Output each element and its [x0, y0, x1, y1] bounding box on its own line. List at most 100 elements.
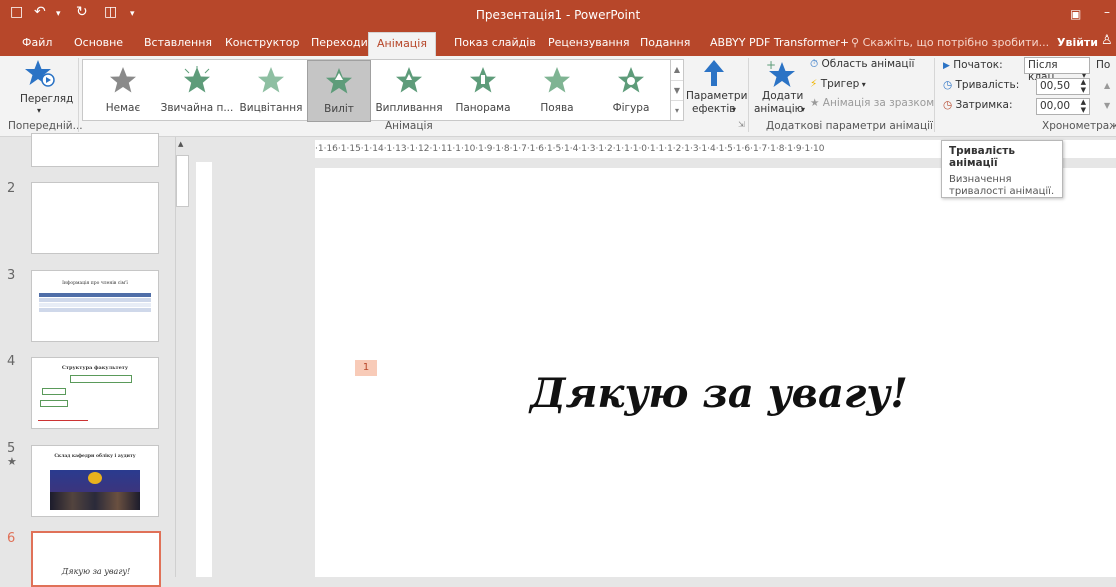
minimize-icon[interactable]: –	[1104, 5, 1110, 19]
slide-thumbnail-5[interactable]: Склад кафедри обліку і аудиту	[31, 445, 159, 517]
trigger-button[interactable]: ⚡ Тригер ▾	[810, 78, 866, 90]
svg-text:+: +	[766, 58, 776, 72]
tab-home[interactable]: Основне	[74, 36, 123, 49]
thumbnail-title: Дякую за увагу!	[61, 567, 131, 576]
thumbnail-box	[70, 375, 132, 383]
slide-thumbnail-6[interactable]: Дякую за увагу!	[31, 531, 161, 587]
tell-me-text: Скажіть, що потрібно зробити...	[862, 36, 1050, 49]
start-label: ▶ Початок:	[943, 59, 1003, 71]
shape-star-icon	[618, 67, 644, 93]
tab-abbyy[interactable]: ABBYY PDF Transformer+	[710, 36, 849, 49]
add-animation-dropdown-icon[interactable]: ▾	[801, 105, 805, 114]
start-select[interactable]: Після клац... ▾	[1024, 57, 1090, 83]
thumbnail-title: Інформація про членів сім'ї	[62, 281, 128, 286]
sign-in-link[interactable]: Увійти	[1057, 36, 1098, 49]
delay-label: ◷ Затримка:	[943, 99, 1013, 111]
trigger-dropdown-icon: ▾	[859, 80, 866, 89]
vertical-ruler	[196, 162, 212, 577]
play-icon: ▶	[943, 61, 950, 71]
gallery-more-icon[interactable]: ▾	[671, 101, 683, 120]
appear-star-icon	[544, 67, 570, 93]
thumbnail-table-row	[39, 303, 151, 307]
add-animation-star-icon[interactable]: +	[764, 58, 796, 88]
preview-dropdown-icon[interactable]: ▾	[37, 106, 41, 115]
emblem-icon	[88, 472, 102, 484]
ribbon-display-icon[interactable]: ▣	[1070, 7, 1081, 21]
tooltip-title: Тривалість анімації	[949, 145, 1016, 169]
tab-insert[interactable]: Вставлення	[144, 36, 212, 49]
add-animation-label[interactable]: Додати	[762, 90, 803, 102]
burst-star-icon	[184, 66, 210, 93]
thumbnail-link	[38, 420, 88, 421]
thumbnail-title: Структура факультету	[61, 365, 129, 371]
effect-options-label-2[interactable]: ефектів	[692, 103, 735, 115]
animation-appear[interactable]: Поява	[521, 60, 593, 120]
reorder-label: По	[1096, 59, 1111, 71]
timing-group-label: Хронометраж	[1042, 120, 1116, 132]
tab-design[interactable]: Конструктор	[225, 36, 299, 49]
slide-thumbnail-2[interactable]	[31, 182, 159, 254]
animation-group-label: Анімація	[385, 120, 433, 132]
slide-number: 4	[7, 354, 16, 369]
spinner-arrows-icon: ▲ ▼	[1080, 78, 1086, 94]
thumbnail-table-row	[39, 298, 151, 302]
gallery-up-icon[interactable]: ▲	[671, 60, 683, 81]
effect-options-arrow-icon[interactable]	[702, 59, 726, 87]
dialog-launcher-icon[interactable]: ⇲	[738, 120, 745, 129]
slide-text[interactable]: Дякую за увагу!	[530, 370, 908, 417]
animation-pan[interactable]: Панорама	[445, 60, 521, 120]
animation-shape[interactable]: Фігура	[593, 60, 669, 120]
group-photo	[50, 470, 140, 510]
effect-options-label[interactable]: Параметри	[686, 90, 747, 102]
tab-slideshow[interactable]: Показ слайдів	[454, 36, 536, 49]
divider	[78, 58, 79, 132]
duration-spinner[interactable]: 00,50 ▲ ▼	[1036, 78, 1090, 95]
spinner-arrows-icon: ▲ ▼	[1080, 98, 1086, 114]
thumbnail-table-header	[39, 293, 151, 297]
ribbon-tabs: Файл Основне Вставлення Конструктор Пере…	[0, 30, 1116, 56]
tab-transitions[interactable]: Переходи	[311, 36, 368, 49]
slide-number: 3	[7, 268, 16, 283]
thumbnail-box	[40, 400, 68, 407]
fade-star-icon	[258, 67, 284, 93]
tab-animations[interactable]: Анімація	[368, 32, 436, 56]
gallery-down-icon[interactable]: ▼	[671, 81, 683, 101]
painter-icon: ★	[810, 97, 820, 109]
animation-order-tag[interactable]: 1	[355, 360, 377, 376]
people	[50, 492, 140, 510]
animation-none[interactable]: Немає	[87, 60, 159, 120]
add-animation-label-2[interactable]: анімацію	[754, 103, 803, 115]
share-icon[interactable]: ♙	[1101, 33, 1113, 48]
pan-star-icon	[470, 67, 496, 93]
preview-button[interactable]: Перегляд	[20, 93, 73, 105]
delay-spinner[interactable]: 00,00 ▲ ▼	[1036, 98, 1090, 115]
window-title: Презентація1 - PowerPoint	[475, 8, 641, 22]
animation-fly-in[interactable]: Виліт	[307, 60, 371, 122]
slide-number: 6	[7, 531, 16, 546]
slide-thumbnail-3[interactable]: Інформація про членів сім'ї	[31, 270, 159, 342]
ribbon: Перегляд ▾ Попередній... Немає Звичайна …	[0, 56, 1116, 137]
slide-thumbnail-4[interactable]: Структура факультету	[31, 357, 159, 429]
tooltip-description: Визначення тривалості анімації.	[949, 174, 1055, 197]
move-earlier-icon[interactable]: ▲	[1104, 81, 1110, 90]
tab-view[interactable]: Подання	[640, 36, 690, 49]
animation-fade[interactable]: Вицвітання	[235, 60, 307, 120]
title-bar: □ ↶ ▾ ↻ ◫ ▾ Презентація1 - PowerPoint ▣ …	[0, 0, 1116, 30]
animation-float-in[interactable]: Випливання	[373, 60, 445, 120]
slide-number: 2	[7, 181, 16, 196]
move-later-icon[interactable]: ▼	[1104, 101, 1110, 110]
slide-thumbnail-panel: 2 3 Інформація про членів сім'ї 4 Структ…	[0, 133, 175, 587]
tab-file[interactable]: Файл	[22, 36, 52, 49]
tab-review[interactable]: Рецензування	[548, 36, 629, 49]
scroll-up-icon[interactable]: ▲	[178, 140, 183, 148]
scrollbar-thumb[interactable]	[176, 155, 189, 207]
animation-pane-button[interactable]: ⏱ Область анімації	[810, 58, 914, 71]
gallery-scroll[interactable]: ▲ ▼ ▾	[670, 59, 684, 121]
tell-me-search[interactable]: ⚲ Скажіть, що потрібно зробити...	[851, 36, 1049, 49]
animation-appear-item[interactable]: Звичайна п...	[159, 60, 235, 120]
slide-thumbnail-1[interactable]	[31, 133, 159, 167]
animation-star-icon: ★	[7, 455, 17, 468]
preview-star-icon[interactable]	[24, 58, 58, 88]
effect-options-dropdown-icon[interactable]: ▾	[732, 105, 736, 114]
animation-painter-button[interactable]: ★ Анімація за зразком	[810, 97, 934, 109]
